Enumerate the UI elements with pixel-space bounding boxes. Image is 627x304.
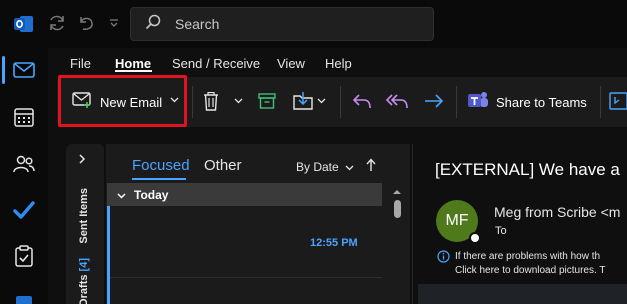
unread-indicator bbox=[107, 206, 110, 304]
undo-icon[interactable] bbox=[76, 13, 96, 33]
new-email-dropdown-icon[interactable] bbox=[170, 97, 179, 103]
ribbon-divider bbox=[456, 86, 457, 118]
sort-label: By Date bbox=[296, 160, 339, 174]
share-to-teams-button[interactable]: Share to Teams bbox=[467, 90, 587, 114]
delete-icon[interactable] bbox=[203, 92, 219, 111]
share-to-teams-label: Share to Teams bbox=[496, 94, 587, 110]
chevron-down-icon bbox=[345, 160, 354, 174]
group-header-today[interactable]: Today bbox=[107, 183, 382, 206]
delete-dropdown-icon[interactable] bbox=[234, 98, 243, 104]
app-launcher-icon[interactable] bbox=[12, 290, 36, 304]
forward-icon[interactable] bbox=[423, 93, 445, 109]
move-to-folder-icon[interactable] bbox=[293, 91, 315, 111]
tab-send-receive[interactable]: Send / Receive bbox=[172, 56, 260, 71]
collapse-group-icon bbox=[117, 186, 126, 204]
mail-icon[interactable] bbox=[12, 58, 36, 82]
avatar-initials: MF bbox=[445, 212, 469, 229]
new-email-label: New Email bbox=[100, 94, 163, 110]
tasks-clipboard-icon[interactable] bbox=[12, 244, 36, 268]
tab-home[interactable]: Home bbox=[115, 56, 151, 71]
focused-tab-underline bbox=[132, 178, 186, 180]
message-time: 12:55 PM bbox=[310, 237, 358, 249]
calendar-icon[interactable] bbox=[12, 105, 36, 129]
teams-icon bbox=[467, 90, 489, 115]
outlook-logo-icon bbox=[12, 12, 36, 36]
group-label: Today bbox=[134, 187, 169, 202]
drafts-label: Drafts bbox=[78, 274, 90, 304]
sort-order-arrow-icon[interactable] bbox=[366, 158, 376, 177]
infobar-text: If there are problems with how th bbox=[455, 251, 601, 262]
drafts-count: [4] bbox=[78, 258, 90, 272]
people-icon[interactable] bbox=[12, 152, 36, 176]
tab-help[interactable]: Help bbox=[325, 56, 352, 71]
scrollbar-thumb[interactable] bbox=[394, 200, 401, 218]
sort-by-button[interactable]: By Date bbox=[296, 160, 354, 174]
tab-other[interactable]: Other bbox=[204, 157, 242, 174]
to-label: To bbox=[495, 225, 507, 237]
active-app-indicator bbox=[2, 56, 5, 84]
overflow-folder-icon[interactable] bbox=[609, 91, 627, 111]
search-placeholder: Search bbox=[175, 16, 220, 32]
expand-folder-pane-icon[interactable] bbox=[78, 154, 86, 164]
active-tab-underline bbox=[115, 70, 152, 72]
sender-name[interactable]: Meg from Scribe <m bbox=[494, 204, 620, 220]
download-pictures-link[interactable]: Click here to download pictures. T bbox=[455, 265, 605, 276]
todo-check-icon[interactable] bbox=[12, 198, 36, 222]
quick-access-dropdown-icon[interactable] bbox=[104, 13, 124, 33]
archive-icon[interactable] bbox=[258, 93, 276, 109]
move-dropdown-icon[interactable] bbox=[317, 98, 326, 104]
sync-icon[interactable] bbox=[47, 13, 67, 33]
search-box[interactable]: Search bbox=[130, 7, 434, 41]
reply-icon[interactable] bbox=[352, 93, 372, 109]
tab-focused[interactable]: Focused bbox=[132, 157, 190, 174]
ribbon-divider bbox=[340, 86, 341, 118]
folder-sent-items[interactable]: Sent Items bbox=[78, 188, 90, 244]
tab-view[interactable]: View bbox=[277, 56, 305, 71]
reply-all-icon[interactable] bbox=[385, 93, 409, 109]
tab-file[interactable]: File bbox=[70, 56, 91, 71]
ribbon-divider bbox=[192, 86, 193, 118]
folder-drafts[interactable]: Drafts [4] bbox=[78, 258, 90, 304]
message-subject: [EXTERNAL] We have a bbox=[435, 160, 620, 179]
ribbon-divider bbox=[600, 86, 601, 118]
new-email-button[interactable]: New Email bbox=[72, 90, 162, 114]
info-icon bbox=[437, 250, 450, 268]
presence-indicator bbox=[469, 232, 481, 244]
message-body bbox=[418, 284, 627, 304]
search-icon bbox=[145, 14, 161, 35]
new-mail-icon bbox=[72, 91, 92, 113]
